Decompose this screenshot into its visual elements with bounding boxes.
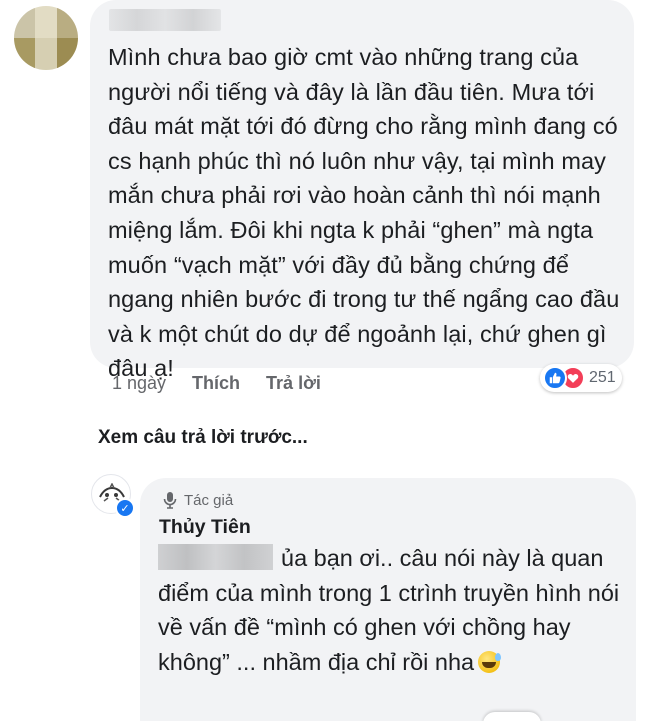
commenter-name-redacted[interactable] <box>109 9 221 31</box>
comment-time[interactable]: 1 ngày <box>112 373 166 394</box>
see-previous-replies-link[interactable]: Xem câu trả lời trước... <box>98 427 308 449</box>
reply-reaction-summary[interactable] <box>483 712 541 721</box>
reply-text-block: ủa bạn ơi.. câu nói này là quan điểm của… <box>158 541 628 679</box>
comment-bubble: Mình chưa bao giờ cmt vào những trang củ… <box>90 0 634 381</box>
reply-author-name[interactable]: Thủy Tiên <box>159 516 251 539</box>
author-badge: Tác giả <box>162 491 233 509</box>
comment-text: Mình chưa bao giờ cmt vào những trang củ… <box>108 44 620 382</box>
commenter-avatar[interactable] <box>14 6 78 70</box>
microphone-icon <box>163 492 177 509</box>
like-button[interactable]: Thích <box>192 373 240 394</box>
reaction-summary[interactable]: 251 <box>540 364 622 392</box>
comment-actions: 1 ngày Thích Trả lời <box>112 373 347 394</box>
tagged-name-redacted[interactable] <box>158 544 273 570</box>
reply-button[interactable]: Trả lời <box>266 373 321 394</box>
verified-badge-icon: ✓ <box>115 498 135 518</box>
grinning-sweat-emoji-icon <box>478 650 502 673</box>
reply-bubble: Tác giả Thủy Tiên ủa bạn ơi.. câu nói nà… <box>140 478 636 721</box>
like-icon <box>543 366 567 390</box>
author-badge-label: Tác giả <box>184 491 234 509</box>
reaction-count: 251 <box>589 369 616 386</box>
